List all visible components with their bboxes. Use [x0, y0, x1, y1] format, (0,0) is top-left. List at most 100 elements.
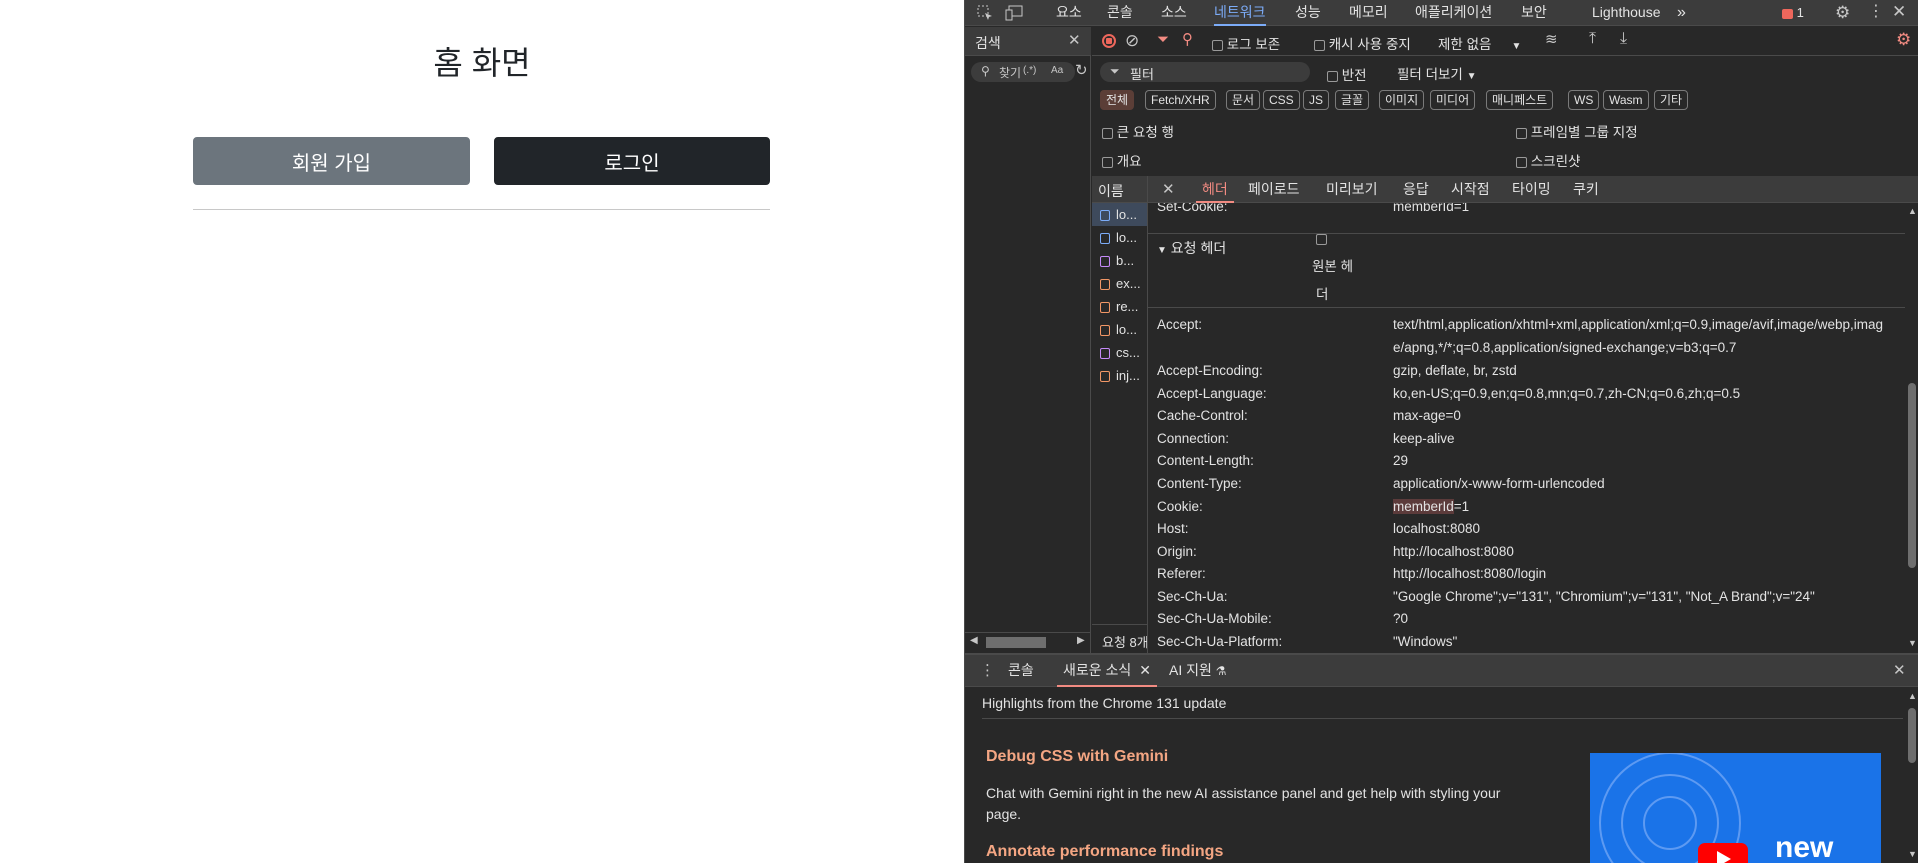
- drawer-tab-console[interactable]: 콘솔: [1008, 655, 1034, 687]
- more-tabs-icon[interactable]: »: [1677, 0, 1686, 26]
- tab-lighthouse[interactable]: Lighthouse: [1592, 0, 1661, 26]
- search-scrollbar[interactable]: ◀ ▶: [965, 632, 1090, 651]
- screenshots-checkbox[interactable]: 스크린샷: [1516, 150, 1580, 170]
- scroll-up-icon[interactable]: ▲: [1908, 207, 1917, 216]
- header-key: Sec-Ch-Ua-Mobile:: [1157, 611, 1272, 626]
- drawer-tab-whats-new[interactable]: 새로운 소식 ✕: [1057, 655, 1157, 687]
- close-devtools-icon[interactable]: ✕: [1892, 3, 1906, 20]
- login-button[interactable]: 로그인: [494, 137, 770, 185]
- tab-headers[interactable]: 헤더: [1196, 176, 1234, 203]
- scroll-thumb[interactable]: [1908, 708, 1916, 763]
- tab-security[interactable]: 보안: [1521, 0, 1547, 26]
- device-toolbar-icon[interactable]: [1005, 5, 1023, 23]
- group-by-frame-checkbox[interactable]: 프레임별 그룹 지정: [1516, 121, 1638, 141]
- raw-headers-checkbox[interactable]: [1316, 234, 1327, 245]
- chip-other[interactable]: 기타: [1654, 90, 1689, 110]
- request-row[interactable]: inj...: [1092, 364, 1147, 387]
- scroll-down-icon[interactable]: ▼: [1908, 639, 1917, 648]
- chip-img[interactable]: 이미지: [1379, 90, 1425, 110]
- chip-manifest[interactable]: 매니페스트: [1486, 90, 1554, 110]
- video-thumbnail[interactable]: new: [1590, 753, 1881, 863]
- scroll-right-icon[interactable]: ▶: [1077, 636, 1085, 646]
- search-network-icon[interactable]: ⚲: [1182, 32, 1193, 47]
- scroll-down-icon[interactable]: ▼: [1908, 850, 1917, 859]
- drawer-tab-ai-assistance[interactable]: AI 지원 ⚗: [1169, 655, 1227, 687]
- scroll-up-icon[interactable]: ▲: [1908, 692, 1917, 701]
- tab-timing[interactable]: 타이밍: [1512, 176, 1551, 203]
- tab-console[interactable]: 콘솔: [1107, 0, 1133, 26]
- item-title[interactable]: Annotate performance findings: [986, 843, 1223, 861]
- devtools-tab-bar: 요소 콘솔 소스 네트워크 성능 메모리 애플리케이션 보안 Lighthous…: [965, 0, 1918, 26]
- tab-application[interactable]: 애플리케이션: [1415, 0, 1492, 26]
- close-drawer-icon[interactable]: ✕: [1893, 663, 1906, 678]
- close-detail-icon[interactable]: ✕: [1162, 182, 1175, 197]
- regex-toggle[interactable]: (.*): [1023, 65, 1036, 76]
- disable-cache-checkbox[interactable]: 캐시 사용 중지: [1314, 33, 1411, 53]
- case-toggle[interactable]: Aa: [1051, 65, 1063, 76]
- drawer-scrollbar[interactable]: ▲ ▼: [1905, 688, 1918, 863]
- tab-response[interactable]: 응답: [1403, 176, 1429, 203]
- item-title[interactable]: Debug CSS with Gemini: [986, 748, 1168, 766]
- script-file-icon: [1100, 371, 1110, 383]
- invert-checkbox[interactable]: 반전: [1327, 64, 1367, 84]
- clear-icon[interactable]: ⊘: [1125, 32, 1139, 49]
- inspect-element-icon[interactable]: [977, 5, 993, 23]
- chip-fetch-xhr[interactable]: Fetch/XHR: [1145, 90, 1216, 110]
- tab-preview[interactable]: 미리보기: [1326, 176, 1378, 203]
- scroll-thumb[interactable]: [986, 637, 1046, 648]
- close-tab-icon[interactable]: ✕: [1139, 662, 1151, 678]
- chip-doc[interactable]: 문서: [1226, 90, 1261, 110]
- signup-button[interactable]: 회원 가입: [193, 137, 470, 185]
- request-name: ex...: [1116, 276, 1141, 291]
- network-conditions-icon[interactable]: ≋: [1545, 32, 1558, 47]
- request-row[interactable]: lo...: [1092, 203, 1147, 226]
- chip-css[interactable]: CSS: [1263, 90, 1300, 110]
- filter-input[interactable]: ⏷ 필터: [1100, 62, 1310, 82]
- overview-checkbox[interactable]: 개요: [1102, 150, 1142, 170]
- refresh-icon[interactable]: ↻: [1075, 63, 1088, 78]
- header-key: Origin:: [1157, 544, 1197, 559]
- chip-wasm[interactable]: Wasm: [1603, 90, 1649, 110]
- drawer-divider[interactable]: [965, 653, 1918, 655]
- request-row[interactable]: b...: [1092, 249, 1147, 272]
- headers-scrollbar[interactable]: ▲ ▼: [1905, 203, 1918, 653]
- network-settings-icon[interactable]: ⚙: [1896, 31, 1911, 48]
- export-har-icon[interactable]: ⤓: [1620, 31, 1627, 47]
- chip-media[interactable]: 미디어: [1430, 90, 1476, 110]
- request-row[interactable]: cs...: [1092, 341, 1147, 364]
- issues-icon[interactable]: 1: [1782, 6, 1804, 19]
- tab-initiator[interactable]: 시작점: [1451, 176, 1490, 203]
- settings-gear-icon[interactable]: ⚙: [1835, 4, 1850, 21]
- tab-sources[interactable]: 소스: [1161, 0, 1187, 26]
- tab-elements[interactable]: 요소: [1056, 0, 1082, 26]
- close-search-icon[interactable]: ✕: [1068, 33, 1081, 48]
- request-row[interactable]: ex...: [1092, 272, 1147, 295]
- more-filters-dropdown[interactable]: 필터 더보기 ▼: [1397, 63, 1477, 83]
- request-row[interactable]: lo...: [1092, 318, 1147, 341]
- filter-icon[interactable]: ⏷: [1157, 32, 1169, 47]
- more-options-icon[interactable]: ⋮: [1868, 4, 1884, 20]
- big-rows-checkbox[interactable]: 큰 요청 행: [1102, 121, 1174, 141]
- tab-network[interactable]: 네트워크: [1214, 0, 1266, 26]
- request-name: lo...: [1116, 230, 1137, 245]
- record-icon[interactable]: [1102, 34, 1116, 48]
- import-har-icon[interactable]: ⤒: [1589, 31, 1596, 47]
- request-row[interactable]: lo...: [1092, 226, 1147, 249]
- search-input[interactable]: ⚲ 찾기 (.*) Aa: [971, 62, 1075, 82]
- chip-js[interactable]: JS: [1303, 90, 1330, 110]
- tab-memory[interactable]: 메모리: [1349, 0, 1388, 26]
- chip-font[interactable]: 글꼴: [1335, 90, 1370, 110]
- scroll-left-icon[interactable]: ◀: [970, 636, 978, 646]
- tab-cookies[interactable]: 쿠키: [1573, 176, 1599, 203]
- scroll-thumb[interactable]: [1908, 383, 1916, 568]
- tab-payload[interactable]: 페이로드: [1248, 176, 1300, 203]
- throttle-select[interactable]: 제한 없음 ▼: [1438, 33, 1521, 53]
- drawer-menu-icon[interactable]: ⋮: [980, 663, 995, 678]
- request-row[interactable]: re...: [1092, 295, 1147, 318]
- preserve-log-checkbox[interactable]: 로그 보존: [1212, 33, 1280, 53]
- name-column-header[interactable]: 이름: [1092, 176, 1147, 203]
- tab-performance[interactable]: 성능: [1295, 0, 1321, 26]
- chip-all[interactable]: 전체: [1100, 90, 1135, 110]
- request-headers-section-toggle[interactable]: ▼ 요청 헤더: [1157, 238, 1226, 258]
- chip-ws[interactable]: WS: [1568, 90, 1600, 110]
